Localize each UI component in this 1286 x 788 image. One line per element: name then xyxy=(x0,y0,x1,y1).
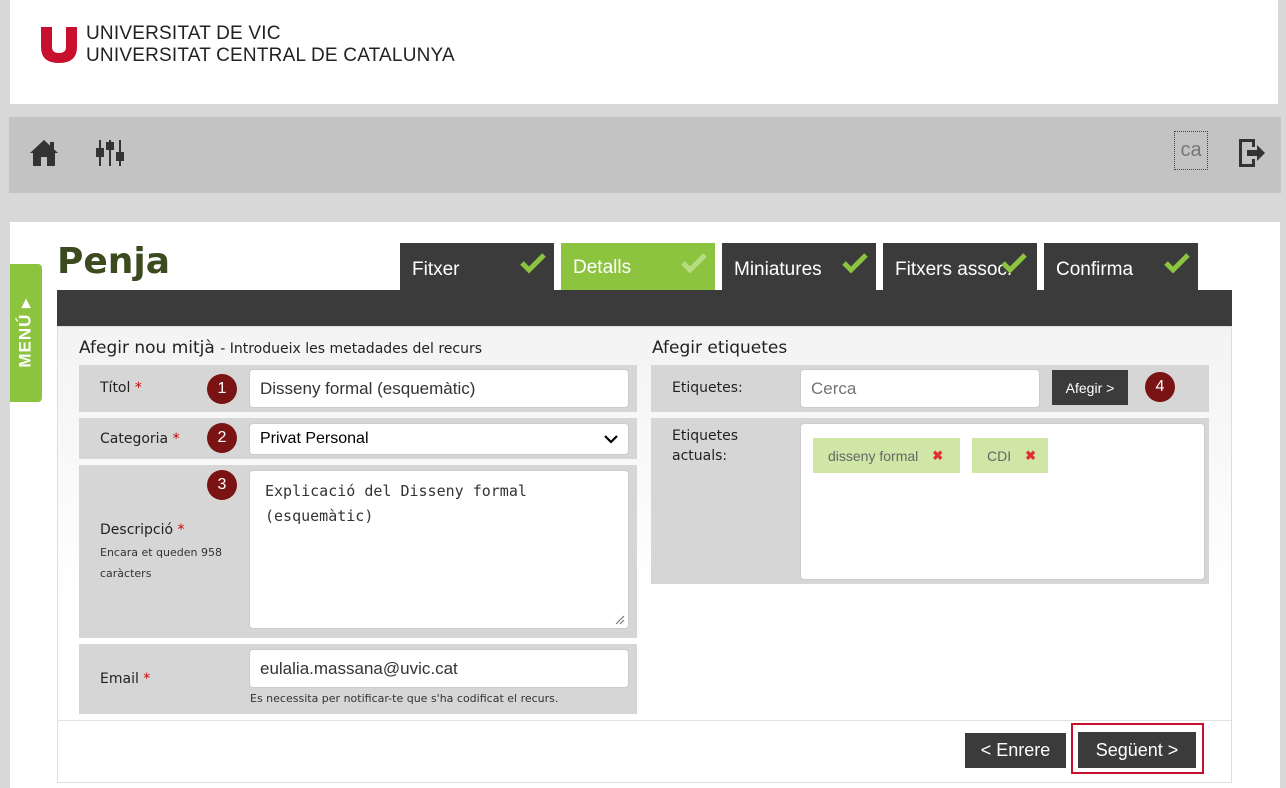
email-input[interactable]: eulalia.massana@uvic.cat xyxy=(249,649,629,688)
current-tags-label-line2: actuals: xyxy=(672,448,728,464)
description-text: Explicació del Disseny formal (esquemàti… xyxy=(265,482,527,525)
language-selector[interactable]: ca xyxy=(1174,131,1208,170)
university-name-line2: UNIVERSITAT CENTRAL DE CATALUNYA xyxy=(86,45,455,66)
university-logo-icon[interactable] xyxy=(41,27,77,63)
side-menu-label[interactable]: MENÚ ▸ xyxy=(16,298,36,367)
tab-label: Confirma xyxy=(1056,259,1134,280)
tab-confirma[interactable]: Confirma xyxy=(1044,243,1198,290)
settings-sliders-icon[interactable] xyxy=(93,136,127,170)
logout-icon[interactable] xyxy=(1235,136,1269,170)
remove-tag-icon[interactable]: ✖ xyxy=(932,448,943,464)
tags-label: Etiquetes: xyxy=(672,380,743,396)
page-title: Penja xyxy=(57,241,171,282)
email-label: Email * xyxy=(100,671,150,687)
form-heading-text: Afegir nou mitjà xyxy=(79,338,215,358)
tab-fitxer[interactable]: Fitxer xyxy=(400,243,554,290)
tab-detalls[interactable]: Detalls xyxy=(561,243,715,290)
tab-label: Fitxer xyxy=(412,259,460,280)
description-textarea[interactable]: Explicació del Disseny formal (esquemàti… xyxy=(249,470,629,629)
step-badge-4: 4 xyxy=(1145,372,1175,402)
category-label: Categoria * xyxy=(100,431,180,447)
tab-label: Fitxers assoc. xyxy=(895,259,1013,280)
tab-label: Detalls xyxy=(573,257,632,278)
description-label: Descripció * xyxy=(100,522,185,538)
resize-handle-icon[interactable] xyxy=(615,615,625,625)
remove-tag-icon[interactable]: ✖ xyxy=(1025,448,1036,464)
tag-chip-label: CDI xyxy=(987,447,1012,464)
tag-chip: CDI ✖ xyxy=(972,438,1048,473)
top-toolbar xyxy=(9,117,1281,193)
step-badge-2: 2 xyxy=(207,423,237,453)
form-subheading: - Introdueix les metadades del recurs xyxy=(220,341,483,357)
current-tags-label-line1: Etiquetes xyxy=(672,428,738,444)
check-icon xyxy=(681,253,707,274)
home-icon[interactable] xyxy=(27,136,61,170)
required-mark: * xyxy=(134,380,142,396)
required-mark: * xyxy=(177,522,185,538)
category-label-text: Categoria xyxy=(100,431,169,447)
tag-chip-label: disseny formal xyxy=(828,447,919,464)
check-icon xyxy=(1164,253,1190,274)
step-badge-3: 3 xyxy=(207,470,237,500)
current-tags-label: Etiquetes actuals: xyxy=(672,426,738,466)
check-icon xyxy=(520,253,546,274)
tab-fitxers-assoc[interactable]: Fitxers assoc. xyxy=(883,243,1037,290)
tab-bar-strip xyxy=(57,290,1232,326)
tags-heading: Afegir etiquetes xyxy=(652,338,788,358)
form-heading: Afegir nou mitjà - Introdueix les metada… xyxy=(79,338,482,358)
category-select-value: Privat Personal xyxy=(260,430,369,447)
tab-label: Miniatures xyxy=(734,259,822,280)
university-name-line1: UNIVERSITAT DE VIC xyxy=(86,23,281,44)
add-tag-button[interactable]: Afegir > xyxy=(1052,370,1128,405)
required-mark: * xyxy=(172,431,180,447)
footer-divider xyxy=(58,720,1231,721)
title-label: Títol * xyxy=(100,380,142,396)
tab-miniatures[interactable]: Miniatures xyxy=(722,243,876,290)
description-char-hint: Encara et queden 958 caràcters xyxy=(100,546,222,580)
check-icon xyxy=(1001,253,1027,274)
next-button[interactable]: Següent > xyxy=(1078,732,1196,768)
tags-search-input[interactable] xyxy=(800,369,1040,408)
description-label-text: Descripció xyxy=(100,522,174,538)
tag-chip: disseny formal ✖ xyxy=(813,438,960,473)
chevron-down-icon xyxy=(604,435,618,444)
back-button[interactable]: < Enrere xyxy=(965,733,1066,768)
category-select[interactable]: Privat Personal xyxy=(249,423,629,455)
email-hint: Es necessita per notificar-te que s'ha c… xyxy=(250,692,559,705)
check-icon xyxy=(842,253,868,274)
side-menu-label-wrap: MENÚ ▸ xyxy=(10,264,42,402)
title-label-text: Títol xyxy=(100,380,131,396)
step-badge-1: 1 xyxy=(207,374,237,404)
email-label-text: Email xyxy=(100,671,139,687)
title-input[interactable]: Disseny formal (esquemàtic) xyxy=(249,369,629,408)
required-mark: * xyxy=(143,671,151,687)
